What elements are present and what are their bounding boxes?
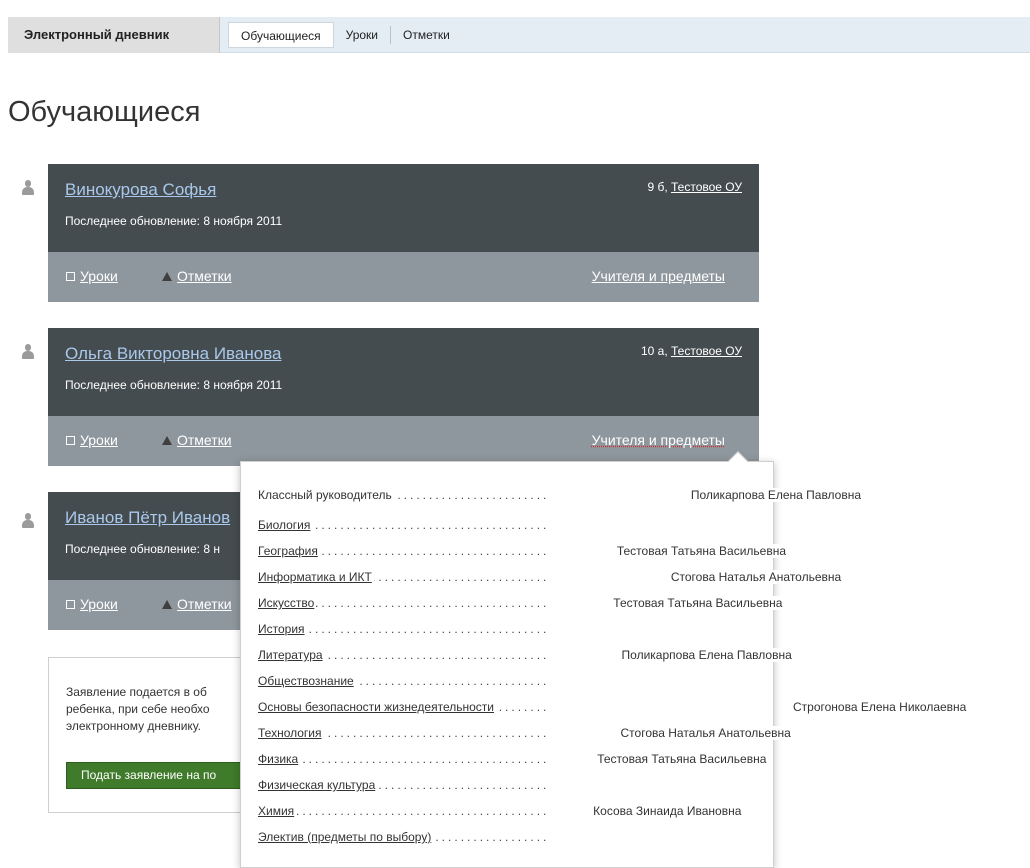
last-updated: Последнее обновление: 8 ноября 2011: [65, 214, 283, 228]
student-card: Ольга Викторовна Иванова Последнее обнов…: [48, 328, 759, 466]
subject-row: ........................................…: [258, 622, 548, 640]
last-updated: Последнее обновление: 8 н: [65, 542, 220, 556]
teachers-subjects-link[interactable]: Учителя и предметы: [592, 432, 725, 448]
teacher-name: Строгонова Елена Николаевна: [789, 700, 969, 714]
square-icon: [66, 272, 75, 281]
square-icon: [66, 600, 75, 609]
teacher-name: Тестовая Татьяна Васильевна: [593, 752, 769, 766]
square-icon: [66, 436, 75, 445]
info-line: Заявление подается в об: [66, 685, 207, 699]
subject-link[interactable]: Физическая культура: [258, 778, 378, 792]
dot-leader: ........................................…: [258, 804, 548, 818]
subject-link[interactable]: Биология: [258, 518, 313, 532]
teacher-name: Тестовая Татьяна Васильевна: [609, 596, 785, 610]
subject-row: ........................................…: [258, 648, 794, 666]
subject-row: ........................................…: [258, 804, 744, 822]
dot-leader: ........................................…: [258, 752, 548, 766]
subject-row: ........................................…: [258, 570, 844, 588]
student-name-link[interactable]: Ольга Викторовна Иванова: [65, 344, 281, 364]
class-info: 9 б, Тестовое ОУ: [647, 180, 742, 194]
triangle-icon: [162, 272, 172, 281]
student-card: Винокурова Софья Последнее обновление: 8…: [48, 164, 759, 302]
subject-link[interactable]: Технология: [258, 726, 324, 740]
info-line: ребенка, при себе необхо: [66, 702, 210, 716]
lessons-link[interactable]: Уроки: [66, 596, 118, 612]
student-card-actions: Уроки Отметки Учителя и предметы: [48, 416, 759, 466]
class-label: 10 а,: [640, 344, 668, 358]
top-nav: Электронный дневник Обучающиеся Уроки От…: [8, 17, 1030, 53]
person-icon: [21, 513, 35, 529]
subject-row: ........................................…: [258, 778, 548, 796]
teacher-name: Косова Зинаида Ивановна: [589, 804, 744, 818]
class-info: 10 а, Тестовое ОУ: [641, 344, 742, 358]
subject-link[interactable]: Химия: [258, 804, 297, 818]
triangle-icon: [162, 436, 172, 445]
subject-link[interactable]: История: [258, 622, 307, 636]
school-link[interactable]: Тестовое ОУ: [671, 344, 742, 358]
subject-link[interactable]: Электив (предметы по выбору): [258, 830, 434, 844]
marks-link[interactable]: Отметки: [162, 596, 232, 612]
subject-link[interactable]: География: [258, 544, 320, 558]
info-line: электронному дневнику.: [66, 719, 201, 733]
student-name-link[interactable]: Иванов Пётр Иванов: [65, 508, 230, 528]
subject-link[interactable]: Литература: [258, 648, 325, 662]
subject-row: ........................................…: [258, 596, 785, 614]
student-card-header: Ольга Викторовна Иванова Последнее обнов…: [48, 328, 759, 416]
subject-link[interactable]: Физика: [258, 752, 301, 766]
school-link[interactable]: Тестовое ОУ: [671, 180, 742, 194]
brand-title[interactable]: Электронный дневник: [8, 17, 220, 53]
student-card-header: Винокурова Софья Последнее обновление: 8…: [48, 164, 759, 252]
subject-row: ........................................…: [258, 700, 969, 718]
teacher-name: Стогова Наталья Анатольевна: [666, 570, 844, 584]
subject-row: ........................................…: [258, 544, 789, 562]
page-title: Обучающиеся: [8, 96, 201, 128]
teachers-subjects-link[interactable]: Учителя и предметы: [592, 268, 725, 284]
last-updated: Последнее обновление: 8 ноября 2011: [65, 378, 283, 392]
teacher-name: Поликарпова Елена Павловна: [617, 648, 794, 662]
subject-row: ........................................…: [258, 488, 864, 506]
marks-link[interactable]: Отметки: [162, 432, 232, 448]
subject-row: ........................................…: [258, 752, 769, 770]
triangle-icon: [162, 600, 172, 609]
student-card-actions: Уроки Отметки Учителя и предметы: [48, 252, 759, 302]
tab-students[interactable]: Обучающиеся: [228, 22, 334, 48]
subject-link[interactable]: Обществознание: [258, 674, 356, 688]
person-icon: [21, 344, 35, 360]
subject-label: Классный руководитель: [258, 488, 394, 502]
subject-link[interactable]: Основы безопасности жизнедеятельности: [258, 700, 496, 714]
subject-link[interactable]: Информатика и ИКТ: [258, 570, 374, 584]
subject-row: ........................................…: [258, 518, 548, 536]
nav-tabs: Обучающиеся Уроки Отметки: [228, 22, 462, 48]
tab-marks[interactable]: Отметки: [391, 22, 462, 48]
student-name-link[interactable]: Винокурова Софья: [65, 180, 216, 200]
teacher-name: Поликарпова Елена Павловна: [686, 488, 864, 502]
subject-row: ........................................…: [258, 726, 793, 744]
person-icon: [21, 180, 35, 196]
application-info-text: Заявление подается в об ребенка, при себ…: [66, 684, 266, 735]
lessons-link[interactable]: Уроки: [66, 432, 118, 448]
teacher-name: Тестовая Татьяна Васильевна: [612, 544, 789, 558]
class-label: 9 б,: [647, 180, 668, 194]
subject-link[interactable]: Искусство: [258, 596, 317, 610]
tab-lessons[interactable]: Уроки: [334, 22, 390, 48]
teachers-subjects-popup: ........................................…: [240, 451, 969, 868]
lessons-link[interactable]: Уроки: [66, 268, 118, 284]
subject-row: ........................................…: [258, 674, 548, 692]
subject-row: ........................................…: [258, 830, 548, 848]
marks-link[interactable]: Отметки: [162, 268, 232, 284]
teacher-name: Стогова Наталья Анатольевна: [616, 726, 793, 740]
